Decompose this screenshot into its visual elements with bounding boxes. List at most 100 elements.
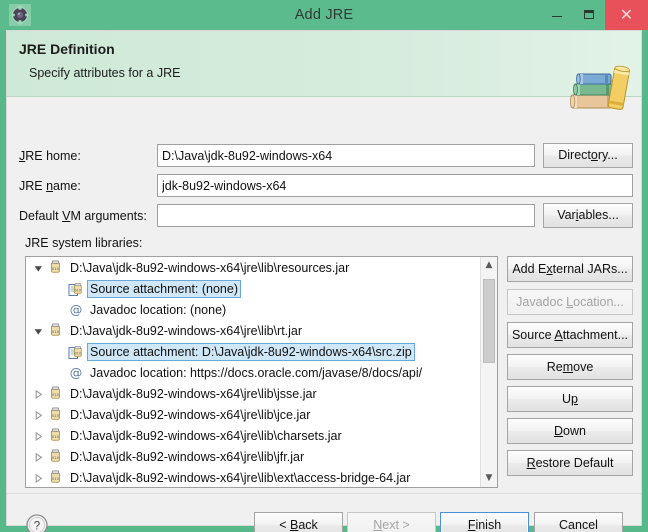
tree-row[interactable]: 010 D:\Java\jdk-8u92-windows-x64\jre\lib\…: [26, 446, 481, 467]
tree-row[interactable]: 010 D:\Java\jdk-8u92-windows-x64\jre\lib\…: [26, 404, 481, 425]
up-button[interactable]: Up: [507, 386, 633, 412]
jre-home-label: JRE home:: [19, 149, 81, 163]
jre-name-label-prefix: JRE: [19, 179, 47, 193]
tree-row[interactable]: @ Javadoc location: https://docs.oracle.c…: [26, 362, 481, 383]
svg-text:010: 010: [52, 267, 60, 271]
svg-text:010: 010: [75, 351, 81, 355]
close-icon: ✕: [619, 5, 634, 24]
next-button: Next >: [347, 512, 436, 532]
tree-viewport: 010 D:\Java\jdk-8u92-windows-x64\jre\lib\…: [26, 257, 481, 487]
minimize-icon: [541, 0, 573, 30]
tree-row[interactable]: 010 D:\Java\jdk-8u92-windows-x64\jre\lib\…: [26, 320, 481, 341]
tree-row-label: D:\Java\jdk-8u92-windows-x64\jre\lib\cha…: [70, 429, 342, 443]
close-button[interactable]: ✕: [605, 0, 648, 30]
tree-row-label: D:\Java\jdk-8u92-windows-x64\jre\lib\res…: [70, 261, 350, 275]
button-label-suffix: ext >: [382, 518, 410, 532]
finish-button[interactable]: Finish: [440, 512, 529, 532]
button-label-mnemonic: A: [554, 328, 563, 342]
jre-name-input[interactable]: [157, 174, 633, 197]
dialog-client-area: JRE Definition Specify attributes for a …: [6, 30, 642, 532]
maximize-button[interactable]: [573, 0, 605, 30]
tree-row[interactable]: 010 D:\Java\jdk-8u92-windows-x64\jre\lib\…: [26, 467, 481, 487]
button-label-suffix: ove: [573, 360, 594, 374]
scrollbar-thumb[interactable]: [483, 279, 495, 363]
button-label-prefix: Source: [511, 328, 555, 342]
button-label-suffix: ocation...: [573, 295, 624, 309]
button-label-suffix: estore Default: [535, 456, 614, 470]
tree-row-label: Javadoc location: https://docs.oracle.co…: [90, 366, 423, 380]
jar-icon: 010: [48, 449, 64, 465]
button-label-mnemonic: N: [373, 518, 383, 532]
page-title: JRE Definition: [19, 41, 115, 57]
back-button[interactable]: < Back: [254, 512, 343, 532]
svg-text:010: 010: [75, 288, 81, 292]
tree-row[interactable]: 010 Source attachment: D:\Java\jdk-8u92-w…: [26, 341, 481, 362]
chevron-right-icon[interactable]: [34, 474, 43, 483]
button-label-suffix: ternal JARs...: [552, 262, 628, 276]
help-icon[interactable]: ?: [25, 513, 49, 532]
directory-button-prefix: Direct: [558, 148, 591, 162]
scroll-down-icon[interactable]: ▼: [481, 470, 497, 487]
scroll-up-icon[interactable]: ▲: [481, 257, 497, 274]
vm-arguments-input[interactable]: [157, 204, 535, 227]
svg-text:010: 010: [52, 477, 60, 481]
chevron-right-icon[interactable]: [34, 453, 43, 462]
button-label-prefix: <: [279, 518, 290, 532]
title-bar: Add JRE ✕: [0, 0, 648, 30]
down-button[interactable]: Down: [507, 418, 633, 444]
button-label-suffix: inish: [475, 518, 502, 532]
directory-button[interactable]: Directory...: [543, 143, 633, 168]
svg-text:010: 010: [52, 330, 60, 334]
tree-row-label: Javadoc location: (none): [90, 303, 227, 317]
button-label-suffix: own: [563, 424, 586, 438]
chevron-down-icon[interactable]: [34, 327, 43, 336]
tree-row-label: Source attachment: D:\Java\jdk-8u92-wind…: [87, 343, 415, 361]
svg-text:010: 010: [52, 414, 60, 418]
minimize-button[interactable]: [541, 0, 573, 30]
source-attachment-button[interactable]: Source Attachment...: [507, 322, 633, 348]
vm-arguments-label-suffix: M arguments:: [70, 209, 147, 223]
jre-name-label-mnemonic: n: [46, 179, 54, 193]
jre-home-input[interactable]: [157, 144, 535, 167]
variables-button[interactable]: Variables...: [543, 203, 633, 228]
chevron-right-icon[interactable]: [34, 432, 43, 441]
button-label-suffix: ack: [298, 518, 318, 532]
button-label-prefix: Javadoc: [516, 295, 567, 309]
page-subtitle: Specify attributes for a JRE: [29, 66, 181, 80]
source-attachment-icon: 010: [68, 344, 84, 360]
chevron-down-icon[interactable]: [34, 264, 43, 273]
tree-row-label: D:\Java\jdk-8u92-windows-x64\jre\lib\rt.…: [70, 324, 303, 338]
button-label-mnemonic: R: [526, 456, 536, 470]
button-label-suffix: ttachment...: [562, 328, 629, 342]
directory-button-mnemonic: o: [590, 148, 598, 162]
button-label-mnemonic: m: [562, 360, 574, 374]
svg-text:?: ?: [34, 521, 40, 532]
tree-row[interactable]: @ Javadoc location: (none): [26, 299, 481, 320]
jre-home-label-suffix: RE home:: [25, 149, 81, 163]
tree-row[interactable]: 010 D:\Java\jdk-8u92-windows-x64\jre\lib\…: [26, 257, 481, 278]
tree-row[interactable]: 010 D:\Java\jdk-8u92-windows-x64\jre\lib\…: [26, 425, 481, 446]
javadoc-icon: @: [69, 302, 83, 317]
tree-vertical-scrollbar[interactable]: ▲ ▼: [480, 257, 497, 487]
books-icon: [563, 62, 635, 114]
jre-name-label-suffix: ame:: [53, 179, 81, 193]
jar-icon: 010: [48, 470, 64, 486]
jar-icon: 010: [48, 323, 64, 339]
svg-text:010: 010: [52, 435, 60, 439]
maximize-icon: [573, 0, 605, 30]
jre-system-libraries-tree[interactable]: 010 D:\Java\jdk-8u92-windows-x64\jre\lib\…: [25, 256, 498, 488]
add-external-jars-button[interactable]: Add External JARs...: [507, 256, 633, 282]
chevron-right-icon[interactable]: [34, 411, 43, 420]
tree-row-label: D:\Java\jdk-8u92-windows-x64\jre\lib\jss…: [70, 387, 317, 401]
jar-icon: 010: [48, 428, 64, 444]
remove-button[interactable]: Remove: [507, 354, 633, 380]
restore-default-button[interactable]: Restore Default: [507, 450, 633, 476]
svg-text:010: 010: [52, 393, 60, 397]
tree-row[interactable]: 010 Source attachment: (none): [26, 278, 481, 299]
tree-row[interactable]: 010 D:\Java\jdk-8u92-windows-x64\jre\lib\…: [26, 383, 481, 404]
javadoc-icon: @: [69, 365, 83, 380]
cancel-button[interactable]: Cancel: [534, 512, 623, 532]
button-label-prefix: Add E: [512, 262, 547, 276]
jar-icon: 010: [48, 386, 64, 402]
chevron-right-icon[interactable]: [34, 390, 43, 399]
